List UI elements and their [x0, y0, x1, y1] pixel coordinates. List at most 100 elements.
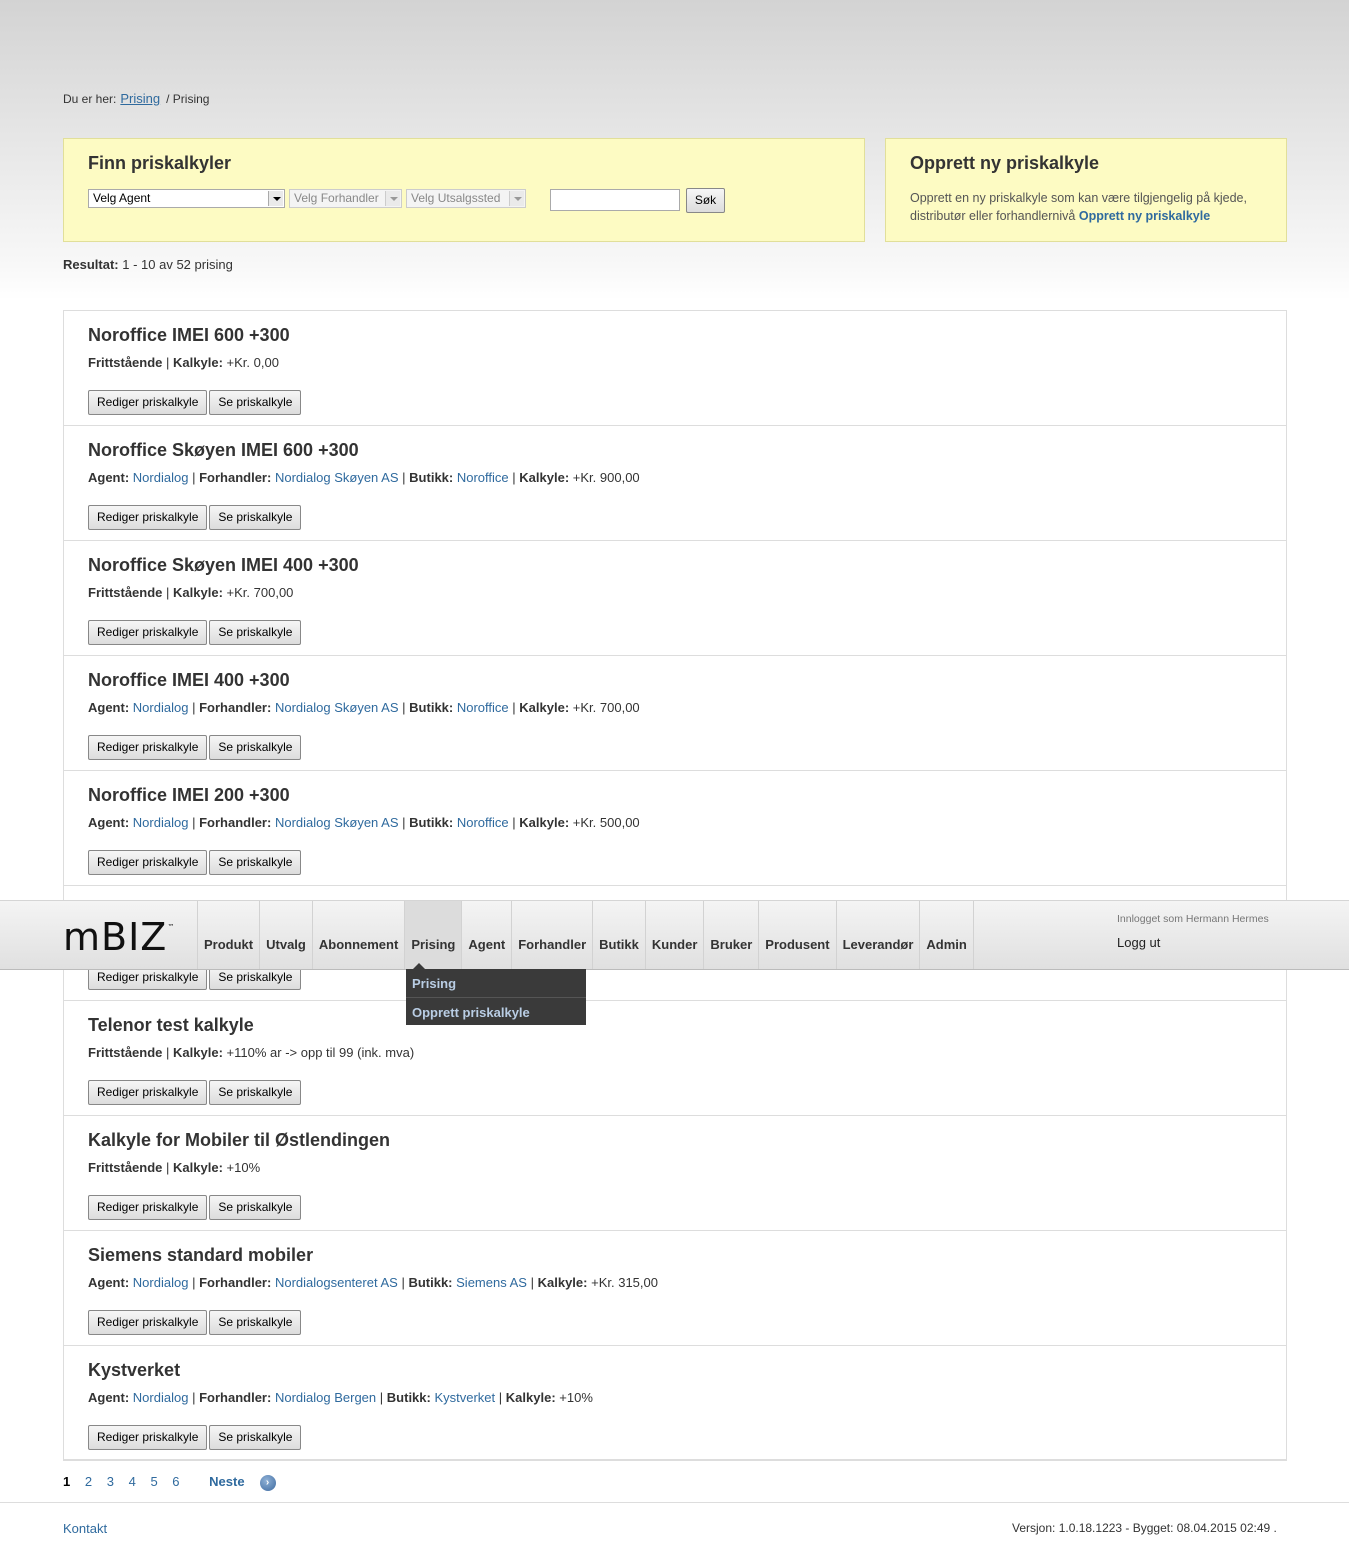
item-title: Noroffice IMEI 400 +300	[88, 670, 290, 690]
main-nav: Produkt Utvalg Abonnement Prising Agent …	[197, 901, 974, 969]
edit-priskalkyle-button[interactable]: Rediger priskalkyle	[88, 620, 208, 645]
edit-priskalkyle-button[interactable]: Rediger priskalkyle	[88, 1080, 208, 1105]
search-input[interactable]	[550, 189, 680, 211]
butikk-link[interactable]: Noroffice	[457, 700, 509, 715]
item-title: Siemens standard mobiler	[88, 1245, 314, 1265]
separator: |	[401, 1275, 405, 1290]
forhandler-link[interactable]: Nordialog Skøyen AS	[275, 700, 399, 715]
forhandler-label: Forhandler:	[199, 470, 272, 485]
butikk-label: Butikk:	[409, 700, 454, 715]
page-link[interactable]: 6	[172, 1474, 179, 1489]
forhandler-link[interactable]: Nordialog Skøyen AS	[275, 815, 399, 830]
page-link[interactable]: 5	[150, 1474, 157, 1489]
agent-label: Agent:	[88, 700, 130, 715]
list-item: Noroffice IMEI 400 +300 Agent: Nordialog…	[64, 656, 1286, 771]
mbiz-logo[interactable]: mBIZ™	[63, 915, 175, 959]
chevron-down-icon	[268, 191, 283, 206]
forhandler-link[interactable]: Nordialog Bergen	[275, 1390, 376, 1405]
edit-priskalkyle-button[interactable]: Rediger priskalkyle	[88, 850, 208, 875]
nav-item-admin[interactable]: Admin	[919, 901, 974, 969]
frittstaende-label: Frittstående	[88, 1160, 163, 1175]
item-title: Noroffice IMEI 200 +300	[88, 785, 290, 805]
dropdown-item-opprett-priskalkyle[interactable]: Opprett priskalkyle	[406, 997, 586, 1025]
kalkyle-label: Kalkyle:	[173, 585, 223, 600]
frittstaende-label: Frittstående	[88, 1045, 163, 1060]
view-priskalkyle-button[interactable]: Se priskalkyle	[209, 390, 302, 415]
view-priskalkyle-button[interactable]: Se priskalkyle	[209, 1080, 302, 1105]
agent-link[interactable]: Nordialog	[133, 470, 189, 485]
top-navbar: mBIZ™ Produkt Utvalg Abonnement Prising …	[0, 900, 1349, 970]
next-page-link[interactable]: Neste ›	[209, 1474, 286, 1491]
view-priskalkyle-button[interactable]: Se priskalkyle	[209, 735, 302, 760]
nav-item-butikk[interactable]: Butikk	[592, 901, 645, 969]
edit-priskalkyle-button[interactable]: Rediger priskalkyle	[88, 505, 208, 530]
butikk-link[interactable]: Siemens AS	[456, 1275, 527, 1290]
list-item: Siemens standard mobiler Agent: Nordialo…	[64, 1231, 1286, 1346]
forhandler-select-value: Velg Forhandler	[294, 191, 379, 205]
nav-item-prising[interactable]: Prising	[404, 901, 462, 969]
nav-item-kunder[interactable]: Kunder	[644, 901, 704, 969]
forhandler-link[interactable]: Nordialogsenteret AS	[275, 1275, 398, 1290]
kalkyle-label: Kalkyle:	[173, 1160, 223, 1175]
item-title: Noroffice IMEI 600 +300	[88, 325, 290, 345]
contact-link[interactable]: Kontakt	[63, 1521, 107, 1536]
utsalgssted-select[interactable]: Velg Utsalgssted	[406, 189, 526, 208]
breadcrumb-link-prising[interactable]: Prising	[120, 91, 160, 106]
search-button[interactable]: Søk	[686, 188, 725, 213]
edit-priskalkyle-button[interactable]: Rediger priskalkyle	[88, 1195, 208, 1220]
logout-link[interactable]: Logg ut	[1117, 935, 1160, 950]
agent-select[interactable]: Velg Agent	[88, 189, 285, 208]
separator: |	[192, 1390, 196, 1405]
nav-item-utvalg[interactable]: Utvalg	[259, 901, 312, 969]
butikk-link[interactable]: Noroffice	[457, 470, 509, 485]
nav-item-bruker[interactable]: Bruker	[703, 901, 758, 969]
dropdown-item-prising[interactable]: Prising	[406, 969, 586, 997]
edit-priskalkyle-button[interactable]: Rediger priskalkyle	[88, 735, 208, 760]
list-item: Kalkyle for Mobiler til Østlendingen Fri…	[64, 1116, 1286, 1231]
page-link[interactable]: 4	[129, 1474, 136, 1489]
item-title: Noroffice Skøyen IMEI 400 +300	[88, 555, 359, 575]
nav-item-abonnement[interactable]: Abonnement	[311, 901, 404, 969]
create-priskalkyle-link[interactable]: Opprett ny priskalkyle	[1079, 209, 1210, 223]
chevron-down-icon	[509, 191, 524, 206]
separator: |	[402, 700, 406, 715]
separator: |	[512, 700, 516, 715]
agent-link[interactable]: Nordialog	[133, 815, 189, 830]
view-priskalkyle-button[interactable]: Se priskalkyle	[209, 1425, 302, 1450]
page-link[interactable]: 3	[107, 1474, 114, 1489]
nav-item-forhandler[interactable]: Forhandler	[511, 901, 592, 969]
view-priskalkyle-button[interactable]: Se priskalkyle	[209, 1195, 302, 1220]
item-meta: Frittstående | Kalkyle: +Kr. 700,00	[88, 585, 1262, 607]
nav-item-leverandor[interactable]: Leverandør	[835, 901, 920, 969]
next-page-label: Neste	[209, 1474, 245, 1489]
view-priskalkyle-button[interactable]: Se priskalkyle	[209, 620, 302, 645]
edit-priskalkyle-button[interactable]: Rediger priskalkyle	[88, 390, 208, 415]
view-priskalkyle-button[interactable]: Se priskalkyle	[209, 850, 302, 875]
agent-link[interactable]: Nordialog	[133, 700, 189, 715]
nav-item-agent[interactable]: Agent	[461, 901, 511, 969]
agent-label: Agent:	[88, 1275, 130, 1290]
page-link[interactable]: 2	[85, 1474, 92, 1489]
prising-dropdown-menu: Prising Opprett priskalkyle	[406, 963, 586, 1025]
nav-item-produsent[interactable]: Produsent	[758, 901, 835, 969]
agent-label: Agent:	[88, 1390, 130, 1405]
forhandler-link[interactable]: Nordialog Skøyen AS	[275, 470, 399, 485]
forhandler-select[interactable]: Velg Forhandler	[289, 189, 402, 208]
nav-item-produkt[interactable]: Produkt	[197, 901, 259, 969]
item-meta: Agent: Nordialog | Forhandler: Nordialog…	[88, 1275, 1262, 1297]
result-summary: Resultat: 1 - 10 av 52 prising	[63, 257, 233, 272]
caret-up-icon	[413, 963, 425, 969]
kalkyle-value: +Kr. 700,00	[572, 700, 640, 715]
view-priskalkyle-button[interactable]: Se priskalkyle	[209, 1310, 302, 1335]
butikk-link[interactable]: Kystverket	[434, 1390, 495, 1405]
edit-priskalkyle-button[interactable]: Rediger priskalkyle	[88, 1425, 208, 1450]
list-item: Noroffice IMEI 200 +300 Agent: Nordialog…	[64, 771, 1286, 886]
utsalgssted-select-value: Velg Utsalgssted	[411, 191, 501, 205]
breadcrumb-current: / Prising	[166, 92, 210, 106]
list-item: Kystverket Agent: Nordialog | Forhandler…	[64, 1346, 1286, 1459]
agent-link[interactable]: Nordialog	[133, 1390, 189, 1405]
view-priskalkyle-button[interactable]: Se priskalkyle	[209, 505, 302, 530]
butikk-link[interactable]: Noroffice	[457, 815, 509, 830]
edit-priskalkyle-button[interactable]: Rediger priskalkyle	[88, 1310, 208, 1335]
agent-link[interactable]: Nordialog	[133, 1275, 189, 1290]
